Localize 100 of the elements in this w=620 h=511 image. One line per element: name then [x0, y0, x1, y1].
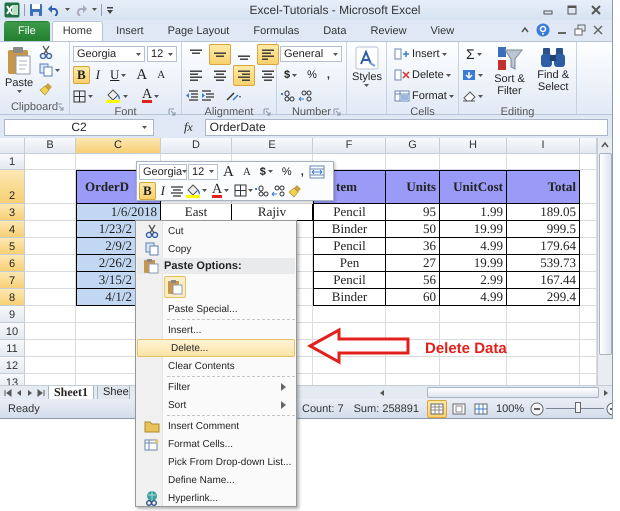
menu-item[interactable]: Sort — [137, 396, 295, 414]
table-cell: 95 — [386, 204, 440, 221]
bold-button[interactable]: B — [73, 66, 90, 84]
ribbon-tab[interactable]: File — [4, 20, 50, 41]
menu-item[interactable]: Format Cells... — [137, 435, 295, 453]
font-size-dropdown[interactable]: 12 — [147, 46, 177, 62]
table-cell: 60 — [386, 288, 440, 306]
sort-filter-button[interactable]: Sort & Filter — [490, 44, 530, 106]
table-cell: Pencil — [313, 204, 386, 221]
menu-item[interactable]: Pick From Drop-down List... — [137, 453, 295, 471]
font-name-dropdown[interactable]: Georgia — [139, 164, 187, 180]
styles-button[interactable]: Styles — [350, 44, 384, 114]
bold-button[interactable]: B — [139, 182, 156, 200]
column-header[interactable]: G — [386, 138, 440, 154]
row-header[interactable]: 3 — [0, 204, 25, 221]
table-cell: 539.73 — [507, 254, 580, 272]
menu-item[interactable]: Hyperlink... — [137, 489, 295, 507]
autosum-button[interactable]: Σ — [462, 45, 486, 64]
cells-button[interactable]: Insert — [390, 45, 451, 64]
menu-item[interactable]: Clear Contents — [137, 357, 295, 375]
column-header[interactable]: H — [440, 138, 507, 154]
table-cell: 189.05 — [507, 204, 580, 221]
sum-text: Sum: 258891 — [354, 402, 420, 415]
find-select-button[interactable]: Find & Select — [533, 44, 573, 106]
ribbon-tab[interactable]: Data — [312, 20, 358, 41]
sheet-tab[interactable]: Sheet1 — [48, 386, 94, 400]
group-label: Editing — [500, 106, 534, 118]
menu-item[interactable]: Filter — [137, 378, 295, 396]
table-cell: Binder — [313, 220, 386, 238]
cells-button[interactable]: Delete — [390, 66, 455, 84]
sheet-tab[interactable]: Shee — [97, 386, 130, 400]
table-cell: 19.99 — [440, 254, 507, 272]
comma-button[interactable]: , — [296, 162, 308, 180]
column-header[interactable]: B — [25, 138, 76, 154]
column-header[interactable]: C — [76, 138, 161, 154]
menu-item[interactable]: Define Name... — [137, 471, 295, 489]
ribbon-tab[interactable]: View — [420, 20, 466, 41]
column-header[interactable]: D — [161, 138, 232, 154]
menu-heading: Paste Options: — [137, 258, 295, 274]
ribbon-tab[interactable]: Insert — [105, 20, 155, 41]
ribbon-tab[interactable]: Review — [359, 20, 418, 41]
table-cell: 4.99 — [440, 238, 507, 255]
column-header[interactable]: I — [507, 138, 580, 154]
ribbon-tab[interactable]: Page Layout — [156, 20, 240, 41]
ribbon-tab[interactable]: Home — [52, 20, 104, 41]
row-header[interactable]: 8 — [0, 288, 25, 306]
row-header[interactable]: 2 — [0, 170, 25, 204]
column-header[interactable]: F — [313, 138, 386, 154]
shrink-font-button[interactable]: A — [238, 162, 255, 180]
row-header[interactable]: 7 — [0, 272, 25, 289]
currency-button[interactable]: $ — [256, 162, 277, 180]
table-cell: 1/6/2018 — [76, 204, 161, 221]
grow-font-button[interactable]: A — [219, 162, 238, 180]
table-cell: 19.99 — [440, 220, 507, 238]
currency-button[interactable]: $ — [280, 66, 302, 84]
ribbon-tab[interactable]: Formulas — [242, 20, 310, 41]
italic-button[interactable]: I — [92, 66, 104, 84]
function-label[interactable]: fx — [158, 120, 201, 135]
group-label: Alignment — [204, 106, 254, 118]
row-header[interactable]: 4 — [0, 220, 25, 238]
status-text: Ready — [8, 402, 40, 415]
grow-font-button[interactable]: A — [132, 66, 152, 84]
header-cell: Total — [507, 170, 580, 204]
shrink-font-button[interactable]: A — [153, 66, 170, 84]
count-text: Count: 7 — [302, 402, 344, 415]
menu-item[interactable]: Insert... — [137, 321, 295, 339]
paste-button[interactable]: Paste — [3, 44, 36, 100]
row-header[interactable]: 9 — [0, 306, 25, 323]
row-header[interactable]: 1 — [0, 154, 25, 170]
row-header[interactable]: 5 — [0, 238, 25, 255]
table-cell: Pencil — [313, 238, 386, 255]
font-name-dropdown[interactable]: Georgia — [73, 46, 145, 62]
percent-button[interactable]: % — [303, 66, 321, 84]
number-format-dropdown[interactable]: General — [280, 46, 342, 62]
underline-button[interactable]: U — [106, 66, 130, 84]
group-label: Cells — [410, 106, 435, 118]
formula-field[interactable]: OrderDate — [204, 118, 608, 136]
font-size-dropdown[interactable]: 12 — [188, 164, 218, 180]
row-header[interactable]: 11 — [0, 340, 25, 357]
table-cell: Pencil — [313, 272, 386, 289]
column-header[interactable]: E — [232, 138, 313, 154]
name-box[interactable]: C2 — [4, 118, 154, 136]
table-cell: 2.99 — [440, 272, 507, 289]
menu-item[interactable]: Delete... — [137, 339, 295, 357]
group-label: Number — [292, 106, 332, 118]
cells-button[interactable]: Format — [390, 87, 458, 106]
zoom-level: 100% — [496, 402, 524, 415]
comma-button[interactable]: , — [322, 66, 334, 84]
table-cell: 4.99 — [440, 288, 507, 306]
table-cell: Binder — [313, 288, 386, 306]
row-header[interactable]: 10 — [0, 322, 25, 340]
menu-item[interactable]: Insert Comment — [137, 417, 295, 435]
table-cell: 167.44 — [507, 272, 580, 289]
annotation-label: Delete Data — [425, 340, 507, 357]
row-header[interactable]: 6 — [0, 254, 25, 272]
row-header[interactable]: 12 — [0, 356, 25, 374]
font-color-button[interactable]: A — [208, 182, 234, 200]
font-color-button[interactable]: A — [138, 87, 164, 106]
percent-button[interactable]: % — [278, 162, 296, 180]
table-cell: 56 — [386, 272, 440, 289]
